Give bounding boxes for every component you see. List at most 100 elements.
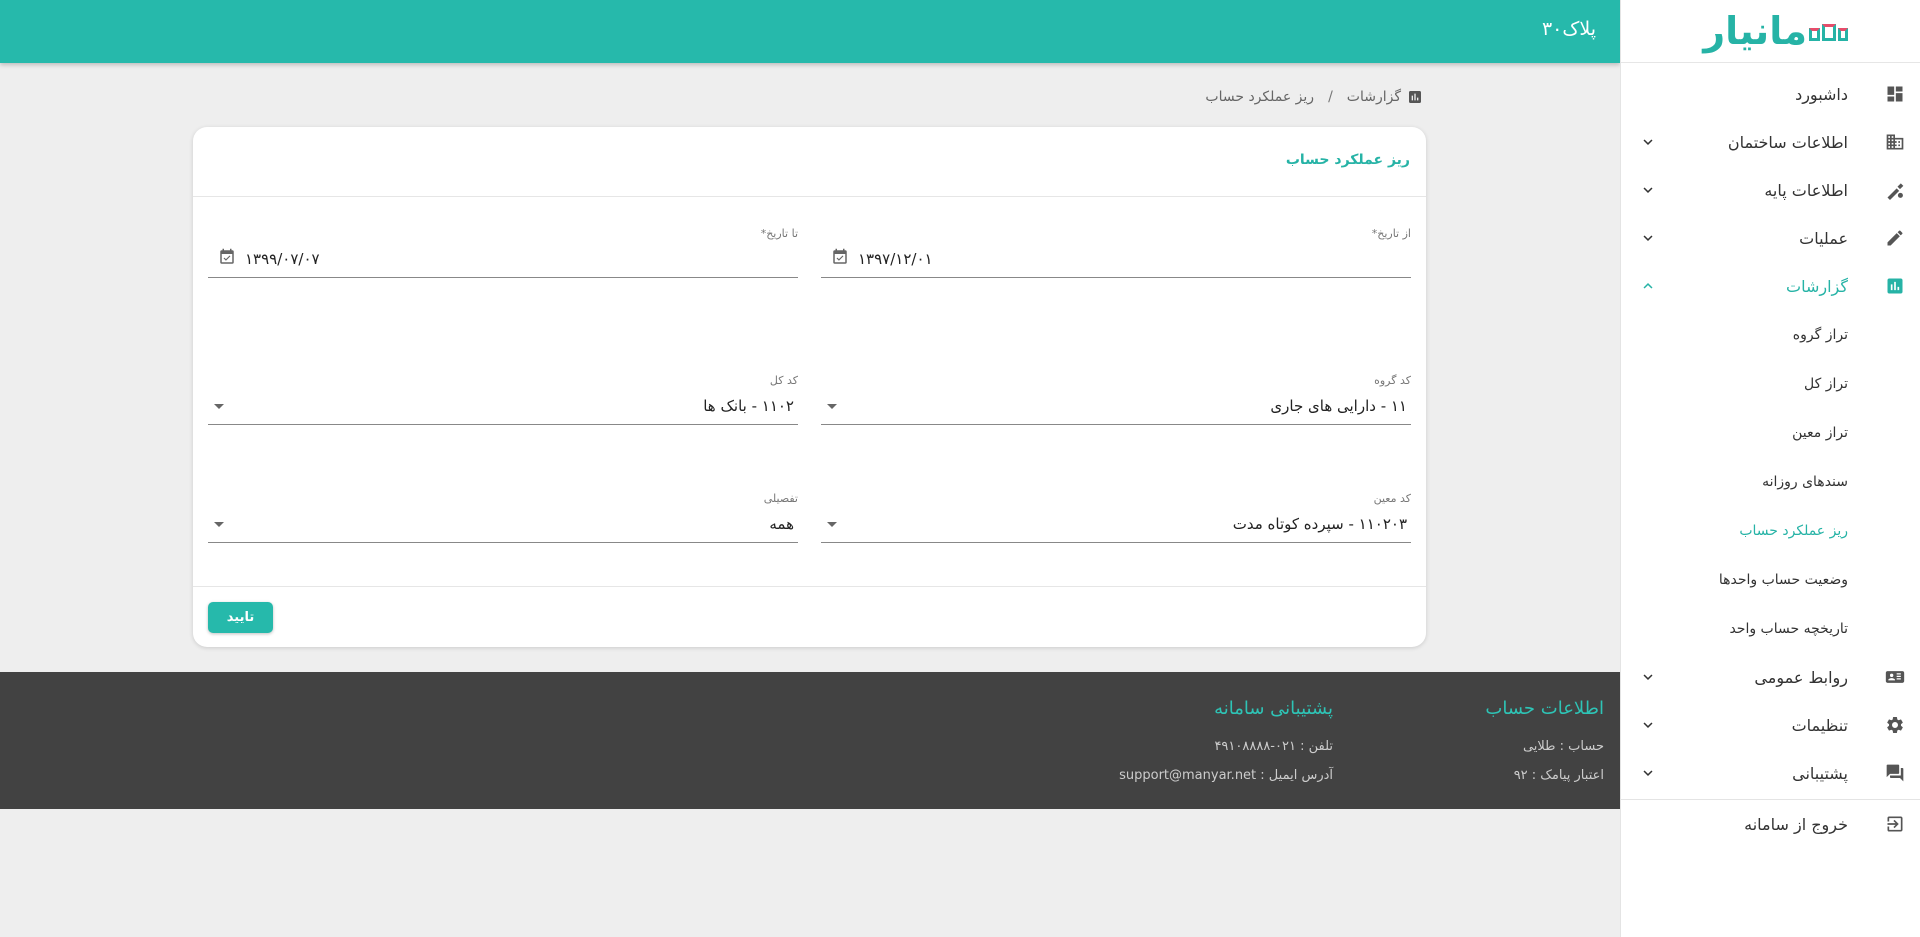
breadcrumb-separator: / [1328, 89, 1333, 105]
sidebar-item-dashboard[interactable]: داشبورد [1621, 70, 1920, 118]
logo-mark-icon [1809, 15, 1848, 41]
subitem-label: تراز کل [1804, 375, 1848, 392]
detail-value: همه [769, 515, 794, 533]
building-icon [1885, 132, 1905, 152]
subitem-unit-account-history[interactable]: تاریخچه حساب واحد [1621, 604, 1920, 653]
sidebar-item-label: پشتیبانی [1792, 763, 1848, 783]
footer-account-title: اطلاعات حساب [1485, 698, 1604, 719]
footer: اطلاعات حساب حساب : طلایی اعتبار پیامک :… [0, 672, 1620, 809]
card-footer-divider [193, 586, 1426, 587]
chevron-down-icon[interactable] [1639, 229, 1657, 247]
sidebar-item-support[interactable]: پشتیبانی [1621, 749, 1920, 797]
subitem-label: وضعیت حساب واحدها [1718, 571, 1848, 588]
subitem-account-details[interactable]: ریز عملکرد حساب [1621, 506, 1920, 555]
detail-underline [208, 542, 798, 543]
subitem-label: ریز عملکرد حساب [1739, 522, 1848, 539]
subitem-daily-documents[interactable]: سندهای روزانه [1621, 457, 1920, 506]
sidebar-item-label: داشبورد [1795, 84, 1848, 104]
reports-submenu: تراز گروه تراز کل تراز معین سندهای روزان… [1621, 310, 1920, 653]
sidebar-item-building-info[interactable]: اطلاعات ساختمان [1621, 118, 1920, 166]
report-icon [1409, 91, 1421, 103]
sidebar-item-label: عملیات [1799, 228, 1848, 248]
subitem-group-balance[interactable]: تراز گروه [1621, 310, 1920, 359]
detail-label: تفصیلی [763, 492, 798, 505]
report-form-card: ریز عملکرد حساب از تاریخ* ۱۳۹۷/۱۲/۰۱ تا … [193, 127, 1426, 647]
building-title: پلاک۳۰ [1541, 18, 1596, 40]
pencil-icon [1885, 228, 1905, 248]
subitem-general-balance[interactable]: تراز کل [1621, 359, 1920, 408]
chevron-down-icon[interactable] [1639, 668, 1657, 686]
base-info-icon [1885, 180, 1905, 200]
sidebar-menu-bottom: روابط عمومی تنظیمات پشتیبانی [1621, 653, 1920, 797]
to-date-field[interactable]: تا تاریخ* ۱۳۹۹/۰۷/۰۷ [208, 227, 798, 283]
sidebar-item-operations[interactable]: عملیات [1621, 214, 1920, 262]
subitem-label: تراز معین [1792, 424, 1848, 441]
card-title: ریز عملکرد حساب [1285, 152, 1410, 168]
general-code-underline [208, 424, 798, 425]
group-code-underline [821, 424, 1411, 425]
sidebar-item-label: اطلاعات پایه [1764, 180, 1848, 200]
general-code-select[interactable]: کد کل ۱۱۰۲ - بانک ها [208, 374, 798, 430]
footer-support-phone: تلفن : ۰۲۱-۴۹۱۰۸۸۸۸ [1214, 739, 1333, 754]
confirm-button[interactable]: تایید [208, 602, 273, 633]
from-date-underline [821, 277, 1411, 278]
calendar-icon[interactable] [831, 248, 849, 266]
sidebar-item-logout[interactable]: خروج از سامانه [1621, 800, 1920, 848]
chevron-down-icon[interactable] [1639, 764, 1657, 782]
detail-select[interactable]: تفصیلی همه [208, 492, 798, 548]
calendar-icon[interactable] [218, 248, 236, 266]
specific-code-underline [821, 542, 1411, 543]
gear-icon [1885, 715, 1905, 735]
logo-text: مانیار [1703, 9, 1807, 53]
group-code-label: کد گروه [1374, 374, 1411, 387]
sidebar-item-label: گزارشات [1786, 276, 1848, 296]
footer-support-email[interactable]: آدرس ایمیل : support@manyar.net [1119, 761, 1333, 790]
specific-code-select[interactable]: کد معین ۱۱۰۲۰۳ - سپرده کوتاه مدت [821, 492, 1411, 548]
dropdown-arrow-icon[interactable] [827, 522, 837, 527]
specific-code-value: ۱۱۰۲۰۳ - سپرده کوتاه مدت [1232, 515, 1407, 533]
contact-card-icon [1885, 667, 1905, 687]
subitem-label: تراز گروه [1792, 326, 1848, 343]
logout-icon [1885, 814, 1905, 834]
sidebar-item-base-info[interactable]: اطلاعات پایه [1621, 166, 1920, 214]
sidebar-item-public-relations[interactable]: روابط عمومی [1621, 653, 1920, 701]
breadcrumb-current: ریز عملکرد حساب [1205, 89, 1315, 105]
chevron-down-icon[interactable] [1639, 181, 1657, 199]
sidebar-menu: داشبورد اطلاعات ساختمان اطلاعات پایه عمل… [1621, 63, 1920, 310]
dropdown-arrow-icon[interactable] [214, 404, 224, 409]
sidebar-menu-exit: خروج از سامانه [1621, 800, 1920, 848]
from-date-label: از تاریخ* [1371, 227, 1411, 240]
subitem-label: تاریخچه حساب واحد [1729, 620, 1848, 637]
to-date-value: ۱۳۹۹/۰۷/۰۷ [245, 250, 320, 268]
chevron-down-icon[interactable] [1639, 716, 1657, 734]
dropdown-arrow-icon[interactable] [827, 404, 837, 409]
to-date-underline [208, 277, 798, 278]
chat-icon [1885, 763, 1905, 783]
chevron-down-icon[interactable] [1639, 133, 1657, 151]
footer-account-info: اطلاعات حساب حساب : طلایی اعتبار پیامک :… [1485, 698, 1604, 790]
chevron-up-icon[interactable] [1639, 277, 1657, 295]
sidebar-item-reports[interactable]: گزارشات [1621, 262, 1920, 310]
subitem-specific-balance[interactable]: تراز معین [1621, 408, 1920, 457]
subitem-units-account-status[interactable]: وضعیت حساب واحدها [1621, 555, 1920, 604]
from-date-field[interactable]: از تاریخ* ۱۳۹۷/۱۲/۰۱ [821, 227, 1411, 283]
subitem-label: سندهای روزانه [1762, 473, 1848, 490]
sidebar-item-label: روابط عمومی [1754, 667, 1848, 687]
breadcrumb-parent[interactable]: گزارشات [1347, 89, 1401, 105]
group-code-select[interactable]: کد گروه ۱۱ - دارایی های جاری [821, 374, 1411, 430]
manyar-logo[interactable]: مانیار [1703, 12, 1848, 50]
to-date-label: تا تاریخ* [760, 227, 798, 240]
footer-sms-credit: اعتبار پیامک : ۹۲ [1513, 768, 1604, 783]
sidebar-item-label: تنظیمات [1791, 715, 1848, 735]
specific-code-label: کد معین [1373, 492, 1411, 505]
report-icon [1885, 276, 1905, 296]
card-header-divider [193, 196, 1426, 197]
sidebar: مانیار داشبورد اطلاعات ساختمان اطلاعات پ… [1620, 0, 1920, 937]
footer-account-plan: حساب : طلایی [1522, 739, 1604, 754]
from-date-value: ۱۳۹۷/۱۲/۰۱ [858, 250, 933, 268]
breadcrumb: گزارشات / ریز عملکرد حساب [1205, 89, 1423, 105]
sidebar-item-settings[interactable]: تنظیمات [1621, 701, 1920, 749]
footer-support-title: پشتیبانی سامانه [1214, 698, 1333, 719]
dropdown-arrow-icon[interactable] [214, 522, 224, 527]
logo-area: مانیار [1621, 0, 1920, 63]
